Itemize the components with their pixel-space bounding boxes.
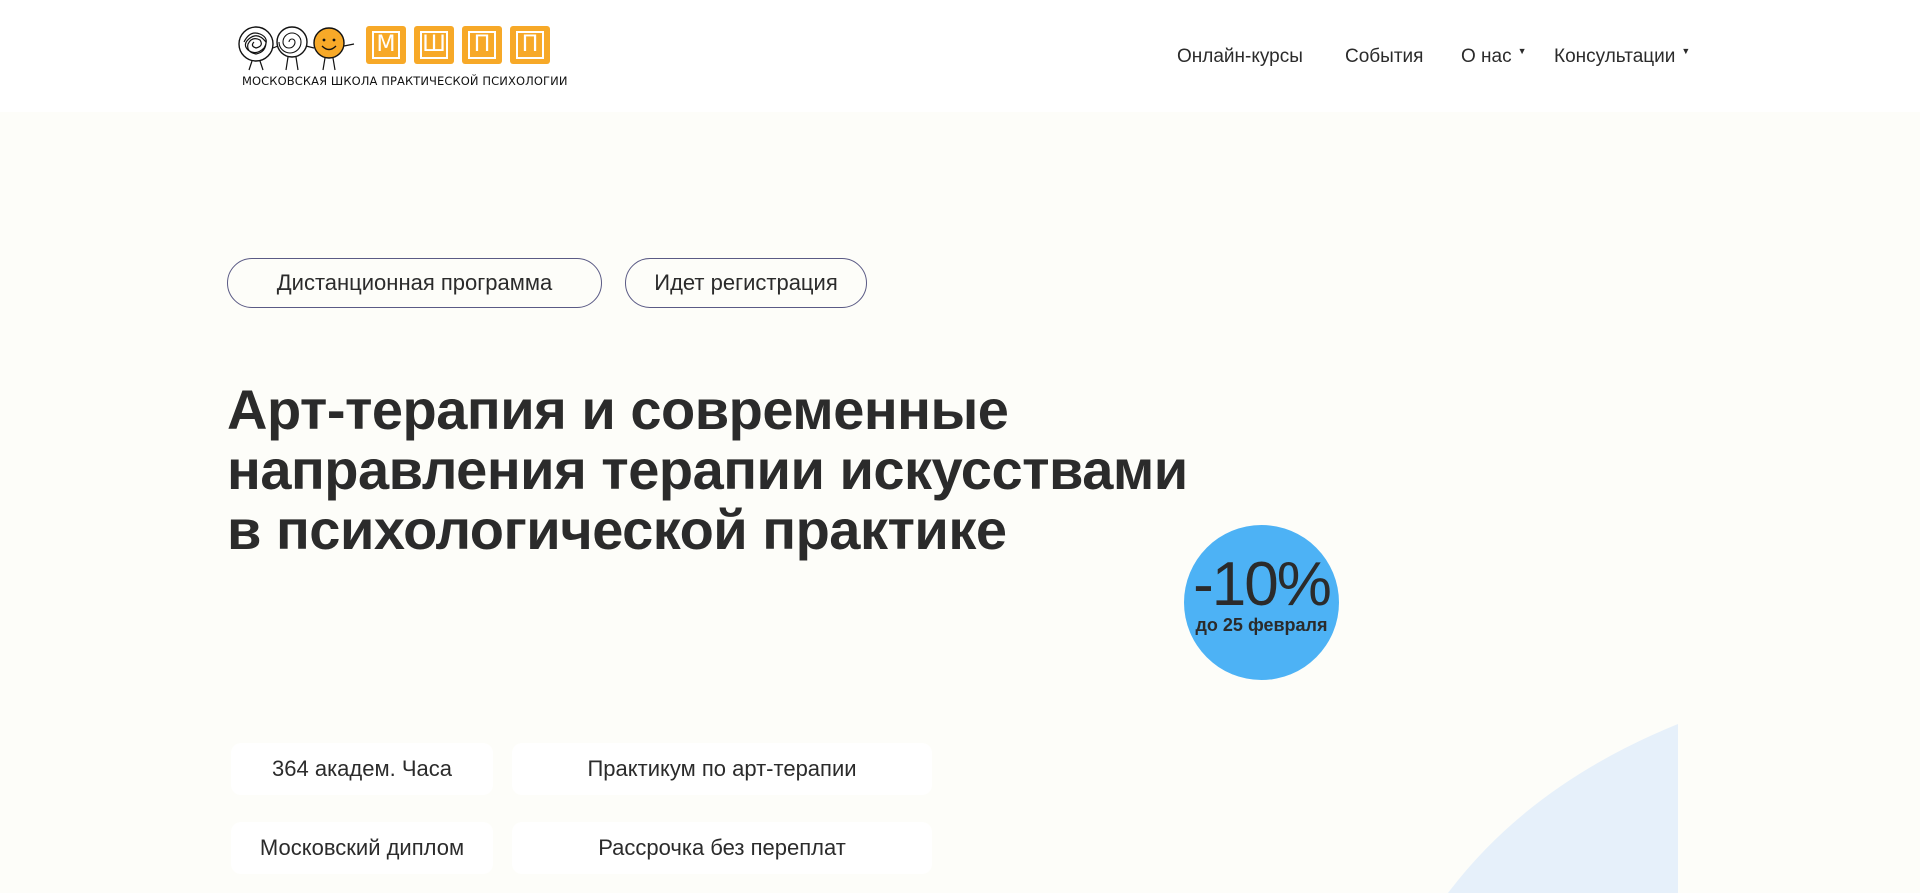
tag-distance-program: Дистанционная программа bbox=[227, 258, 602, 308]
nav-item-label: О нас bbox=[1461, 46, 1512, 67]
feature-diploma: Московский диплом bbox=[231, 822, 493, 874]
decorative-shape bbox=[1448, 724, 1678, 893]
logo-letter: П bbox=[510, 26, 550, 64]
tag-registration-open: Идет регистрация bbox=[625, 258, 867, 308]
hand-drawn-faces-icon bbox=[238, 26, 355, 71]
discount-deadline: до 25 февраля bbox=[1195, 615, 1328, 635]
feature-installment: Рассрочка без переплат bbox=[512, 822, 932, 874]
caret-down-icon: ▼ bbox=[1681, 46, 1691, 56]
logo-letter-text: Ш bbox=[420, 31, 448, 59]
logo-letter-text: П bbox=[516, 31, 544, 59]
feature-practicum: Практикум по арт-терапии bbox=[512, 743, 932, 795]
discount-badge: -10% до 25 февраля bbox=[1184, 525, 1339, 680]
site-header: М Ш П П МОСКОВСКАЯ ШКОЛА ПРАКТИЧЕСКОЙ ПС… bbox=[0, 0, 1920, 112]
logo[interactable]: М Ш П П МОСКОВСКАЯ ШКОЛА ПРАКТИЧЕСКОЙ ПС… bbox=[236, 22, 567, 92]
nav-item-events[interactable]: События bbox=[1345, 46, 1423, 68]
logo-letters: М Ш П П bbox=[366, 26, 550, 64]
logo-tagline: МОСКОВСКАЯ ШКОЛА ПРАКТИЧЕСКОЙ ПСИХОЛОГИИ bbox=[242, 74, 568, 88]
logo-letter: Ш bbox=[414, 26, 454, 64]
nav-item-consultations[interactable]: Консультации ▼ bbox=[1554, 46, 1690, 68]
nav-item-label: Онлайн-курсы bbox=[1177, 46, 1303, 67]
nav-item-about[interactable]: О нас ▼ bbox=[1461, 46, 1527, 68]
caret-down-icon: ▼ bbox=[1517, 46, 1527, 56]
logo-letter-text: П bbox=[468, 31, 496, 59]
discount-value: -10% bbox=[1193, 550, 1332, 619]
logo-letter: П bbox=[462, 26, 502, 64]
nav-item-label: События bbox=[1345, 46, 1424, 67]
nav-item-online-courses[interactable]: Онлайн-курсы bbox=[1177, 46, 1303, 68]
nav-item-label: Консультации bbox=[1554, 46, 1676, 67]
logo-letter: М bbox=[366, 26, 406, 64]
page-title: Арт-терапия и современные направления те… bbox=[227, 378, 1188, 561]
feature-hours: 364 академ. Часа bbox=[231, 743, 493, 795]
logo-letter-text: М bbox=[372, 31, 400, 59]
